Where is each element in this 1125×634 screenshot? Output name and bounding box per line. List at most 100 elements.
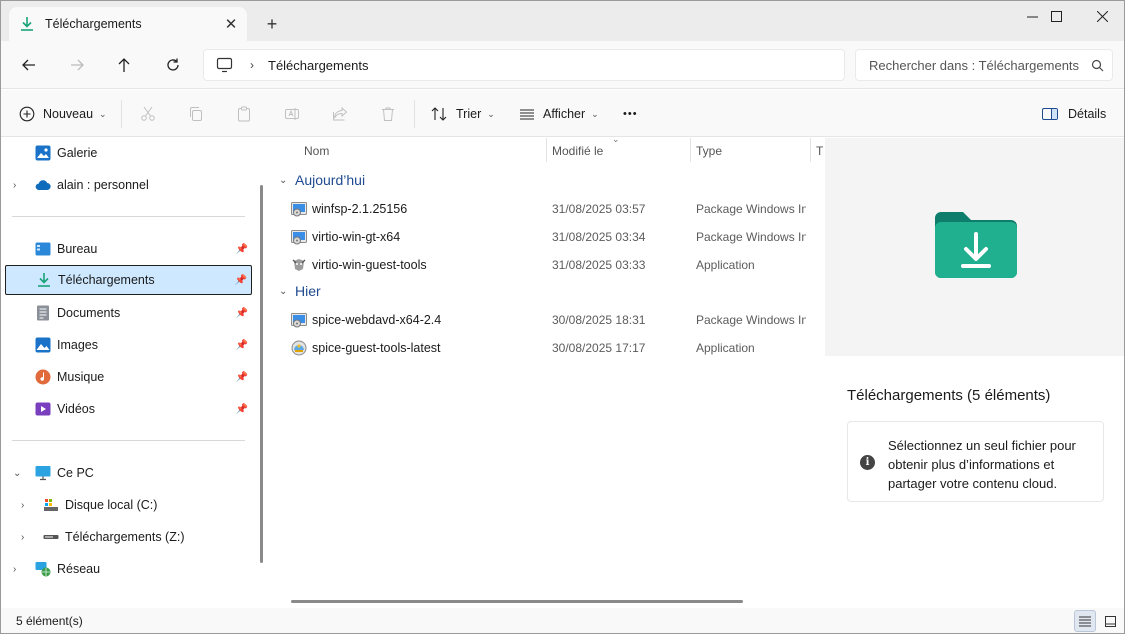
share-button[interactable]: [332, 98, 348, 130]
details-info-text: Sélectionnez un seul fichier pour obteni…: [888, 438, 1076, 491]
file-name: spice-guest-tools-latest: [312, 341, 441, 355]
file-row[interactable]: winfsp-2.1.25156 31/08/2025 03:57 Packag…: [273, 195, 824, 223]
horizontal-scrollbar[interactable]: [291, 600, 743, 603]
computer-icon: [216, 57, 233, 73]
refresh-button[interactable]: [157, 50, 189, 80]
sidebar-divider: [12, 216, 245, 217]
group-header-yesterday[interactable]: ⌄ Hier: [279, 283, 321, 299]
music-icon: [35, 369, 51, 385]
video-icon: [35, 402, 51, 416]
search-input[interactable]: Rechercher dans : Téléchargements: [855, 49, 1113, 81]
sidebar-item-drive-z[interactable]: › Téléchargements (Z:): [5, 522, 252, 552]
pin-icon[interactable]: 📌: [236, 340, 248, 351]
new-tab-button[interactable]: +: [259, 11, 285, 37]
chevron-right-icon[interactable]: ›: [13, 564, 16, 575]
toolbar-divider: [121, 100, 122, 128]
search-placeholder: Rechercher dans : Téléchargements: [869, 57, 1080, 73]
chevron-right-icon[interactable]: ›: [13, 180, 16, 191]
close-window-button[interactable]: [1079, 1, 1124, 31]
delete-button[interactable]: [380, 98, 396, 130]
sidebar-item-documents[interactable]: Documents 📌: [5, 298, 252, 328]
sidebar-item-this-pc[interactable]: ⌄ Ce PC: [5, 458, 252, 488]
search-icon: [1082, 59, 1112, 72]
breadcrumb-separator[interactable]: ›: [250, 58, 254, 72]
file-row[interactable]: spice-guest-tools-latest 30/08/2025 17:1…: [273, 334, 824, 362]
view-button[interactable]: Afficher ⌄: [519, 98, 599, 130]
back-button[interactable]: [13, 50, 45, 80]
drive-icon: [44, 499, 58, 511]
file-explorer-window: Téléchargements ✕ + › Téléchargements Re…: [0, 0, 1125, 634]
scissors-icon: [141, 106, 155, 121]
toolbar-divider: [414, 100, 415, 128]
chevron-down-icon: ⌄: [591, 108, 599, 119]
sidebar-item-label: Téléchargements: [58, 273, 155, 287]
column-divider[interactable]: [690, 138, 691, 162]
paste-button[interactable]: [236, 98, 252, 130]
network-drive-icon: [43, 535, 59, 539]
sort-button[interactable]: Trier ⌄: [431, 98, 495, 130]
sidebar-item-network[interactable]: › Réseau: [5, 554, 252, 584]
file-row[interactable]: virtio-win-guest-tools 31/08/2025 03:33 …: [273, 251, 824, 279]
column-header-modified[interactable]: Modifié le: [552, 144, 603, 158]
title-bar: Téléchargements ✕ +: [1, 1, 1124, 41]
column-divider[interactable]: [810, 138, 811, 162]
pin-icon[interactable]: 📌: [236, 372, 248, 383]
sidebar-item-images[interactable]: Images 📌: [5, 330, 252, 360]
address-field[interactable]: › Téléchargements: [203, 49, 845, 81]
rename-icon: [285, 108, 299, 120]
installer-icon: [291, 202, 307, 217]
pin-icon[interactable]: 📌: [236, 308, 248, 319]
maximize-button[interactable]: [1033, 1, 1079, 31]
column-header-size[interactable]: T: [816, 144, 823, 158]
pin-icon[interactable]: 📌: [235, 275, 247, 286]
tab-downloads[interactable]: Téléchargements ✕: [9, 7, 247, 41]
copy-icon: [190, 107, 202, 121]
more-options-button[interactable]: •••: [623, 98, 638, 130]
column-header-name[interactable]: Nom: [304, 144, 329, 158]
details-view-icon: [1079, 616, 1091, 627]
file-name: spice-webdavd-x64-2.4: [312, 313, 442, 327]
new-button[interactable]: Nouveau ⌄: [19, 98, 107, 130]
chevron-right-icon[interactable]: ›: [21, 500, 24, 511]
chevron-down-icon[interactable]: ⌄: [279, 175, 293, 186]
sidebar-item-videos[interactable]: Vidéos 📌: [5, 394, 252, 424]
forward-button[interactable]: [61, 50, 93, 80]
download-icon: [21, 17, 33, 31]
sidebar-item-label: Vidéos: [57, 402, 95, 416]
sort-label: Trier: [456, 107, 482, 121]
address-bar-row: › Téléchargements Rechercher dans : Télé…: [1, 41, 1124, 89]
chevron-down-icon[interactable]: ⌄: [279, 286, 293, 297]
sidebar-item-galerie[interactable]: Galerie: [5, 138, 252, 168]
file-list: Nom Modifié le ⌄ Type T ⌄ Aujourd’hui wi…: [273, 134, 824, 608]
column-divider[interactable]: [546, 138, 547, 162]
file-row[interactable]: virtio-win-gt-x64 31/08/2025 03:34 Packa…: [273, 223, 824, 251]
cut-button[interactable]: [140, 98, 156, 130]
details-label: Détails: [1068, 107, 1107, 121]
tiles-view-button[interactable]: [1099, 610, 1121, 632]
view-list-icon: [520, 109, 534, 120]
group-label: Aujourd’hui: [295, 172, 366, 188]
rename-button[interactable]: [284, 98, 300, 130]
view-label: Afficher: [543, 107, 586, 121]
sidebar-item-onedrive[interactable]: › alain : personnel: [5, 170, 252, 200]
up-button[interactable]: [108, 50, 140, 80]
group-header-today[interactable]: ⌄ Aujourd’hui: [279, 172, 365, 188]
sidebar-scrollbar[interactable]: [260, 185, 263, 563]
plus-circle-icon: [19, 106, 35, 122]
close-tab-button[interactable]: ✕: [217, 10, 245, 38]
sidebar-item-bureau[interactable]: Bureau 📌: [5, 234, 252, 264]
copy-button[interactable]: [188, 98, 204, 130]
pin-icon[interactable]: 📌: [236, 404, 248, 415]
pin-icon[interactable]: 📌: [236, 244, 248, 255]
chevron-down-icon[interactable]: ⌄: [13, 468, 21, 479]
breadcrumb-downloads[interactable]: Téléchargements: [268, 58, 368, 73]
sidebar-item-drive-c[interactable]: › Disque local (C:): [5, 490, 252, 520]
chevron-right-icon[interactable]: ›: [21, 532, 24, 543]
details-view-button[interactable]: [1074, 610, 1096, 632]
tiles-view-icon: [1104, 615, 1116, 627]
sidebar-item-telechargements[interactable]: Téléchargements 📌: [5, 265, 252, 295]
sidebar-item-musique[interactable]: Musique 📌: [5, 362, 252, 392]
column-header-type[interactable]: Type: [696, 144, 722, 158]
file-row[interactable]: spice-webdavd-x64-2.4 30/08/2025 18:31 P…: [273, 306, 824, 334]
details-pane-button[interactable]: Détails: [1042, 98, 1106, 130]
